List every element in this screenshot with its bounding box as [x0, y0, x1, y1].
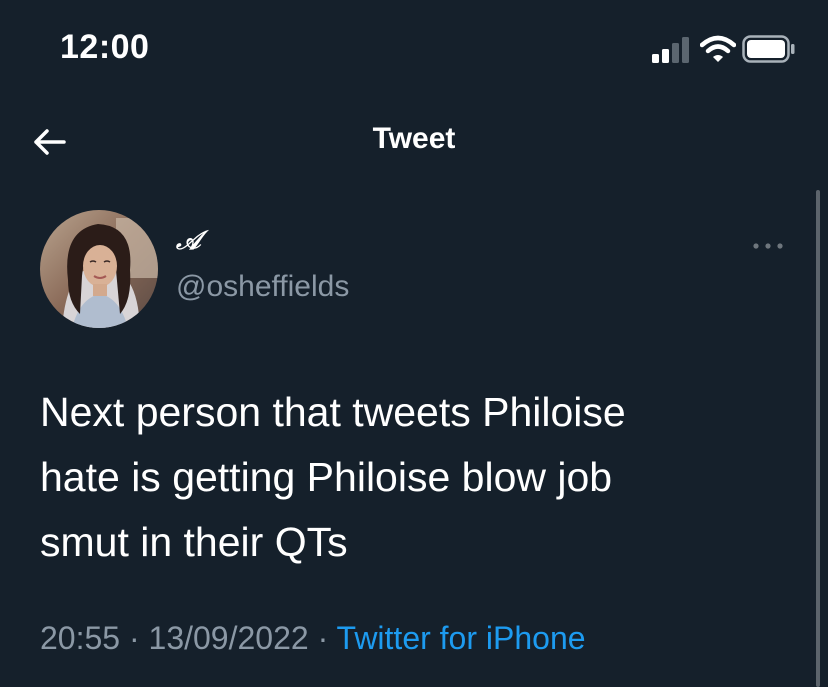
tweet-time[interactable]: 20:55 [40, 620, 120, 656]
battery-icon [742, 35, 795, 63]
tweet-text-line: hate is getting Philoise blow job [40, 454, 613, 500]
display-name[interactable]: 𝒜 [176, 226, 201, 257]
more-horizontal-icon[interactable] [748, 232, 788, 260]
tweet-date[interactable]: 13/09/2022 [149, 620, 309, 656]
tweet-source-link[interactable]: Twitter for iPhone [337, 620, 586, 656]
scrollbar[interactable] [816, 190, 820, 687]
meta-separator: · [317, 620, 329, 656]
tweet-text: Next person that tweets Philoise hate is… [40, 380, 800, 575]
tweet-text-line: Next person that tweets Philoise [40, 389, 626, 435]
avatar[interactable] [40, 210, 158, 328]
status-bar: 12:00 [0, 0, 828, 100]
avatar-image [40, 210, 158, 328]
meta-separator: · [128, 620, 140, 656]
tweet-meta: 20:55 · 13/09/2022 · Twitter for iPhone [40, 620, 586, 657]
status-time: 12:00 [60, 28, 150, 66]
page-title: Tweet [372, 122, 456, 155]
user-handle[interactable]: @osheffields [176, 270, 349, 304]
tweet-text-line: smut in their QTs [40, 519, 348, 565]
nav-bar: Tweet [0, 100, 828, 182]
signal-icon [652, 37, 689, 63]
wifi-icon [700, 35, 736, 62]
